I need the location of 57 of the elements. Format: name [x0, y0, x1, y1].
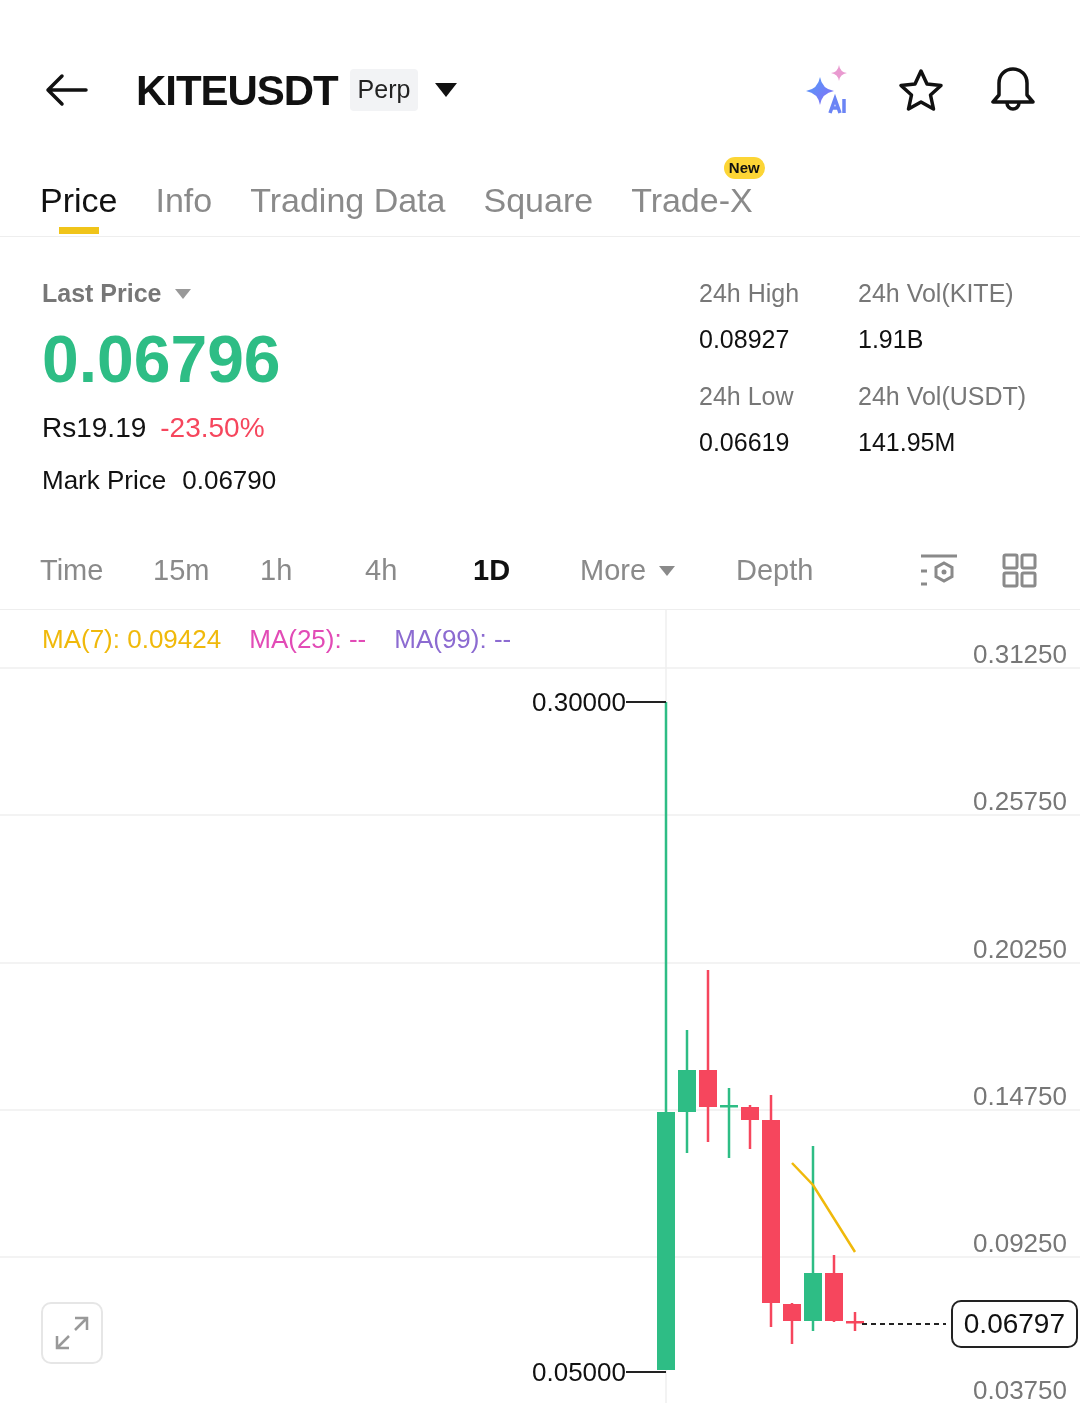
- fiat-price: Rs19.19: [42, 410, 147, 445]
- moving-average-legend: MA(7): 0.09424: [42, 620, 222, 659]
- new-badge: New: [723, 157, 765, 179]
- candlestick: [846, 1312, 864, 1331]
- candlestick: [741, 1105, 759, 1149]
- star-icon[interactable]: [898, 68, 944, 112]
- candlestick: [825, 1255, 843, 1322]
- interval-tab[interactable]: Depth: [736, 548, 814, 593]
- contract-type-badge: Perp: [349, 69, 419, 111]
- bell-icon[interactable]: [990, 66, 1036, 114]
- caret-down-icon[interactable]: [434, 82, 459, 98]
- interval-tab[interactable]: Time: [40, 548, 104, 593]
- last-price-value: 0.06796: [42, 320, 282, 398]
- high-price-label: 0.30000: [532, 688, 626, 715]
- interval-tab[interactable]: 1h: [260, 548, 293, 593]
- interval-tab[interactable]: More: [580, 548, 677, 593]
- stat-value: 1.91B: [858, 323, 925, 355]
- interval-tab[interactable]: 15m: [153, 548, 210, 593]
- last-price-tag: 0.06797: [950, 1299, 1078, 1348]
- low-price-label: 0.05000: [532, 1358, 626, 1385]
- chart-settings-icon[interactable]: [920, 552, 958, 589]
- moving-average-legend: MA(25): --: [249, 620, 367, 659]
- interval-tab[interactable]: 4h: [365, 548, 398, 593]
- tab[interactable]: Price: [40, 183, 118, 227]
- low-marker-line: [626, 1370, 666, 1373]
- grid-layout-icon[interactable]: [1002, 552, 1038, 589]
- y-axis-label: 0.03750: [973, 1377, 1067, 1403]
- tab[interactable]: Trade-X: [631, 183, 753, 227]
- stat-value: 141.95M: [858, 426, 957, 458]
- tab[interactable]: Info: [155, 183, 213, 227]
- stat-label: 24h Vol(KITE): [858, 278, 1015, 309]
- expand-icon: [53, 1314, 91, 1352]
- mark-price-label: Mark Price: [42, 463, 167, 497]
- caret-down-icon: [658, 564, 677, 577]
- high-marker-line: [626, 700, 666, 703]
- y-axis-label: 0.25750: [973, 788, 1067, 814]
- mark-price-value: 0.06790: [182, 463, 277, 497]
- tab[interactable]: Trading Data: [250, 183, 446, 227]
- stat-value: 0.06619: [699, 426, 791, 458]
- back-arrow-icon[interactable]: [44, 73, 88, 107]
- price-change: -23.50%: [160, 410, 265, 445]
- last-price-label: Last Price: [42, 278, 162, 309]
- y-axis-label: 0.09250: [973, 1230, 1067, 1256]
- stat-label: 24h Vol(USDT): [858, 381, 1028, 412]
- fullscreen-button[interactable]: [41, 1302, 103, 1364]
- symbol-title: KITEUSDT: [136, 65, 338, 116]
- y-axis-label: 0.20250: [973, 936, 1067, 962]
- stat-label: 24h High: [699, 278, 801, 309]
- interval-tab[interactable]: 1D: [473, 548, 511, 593]
- moving-average-legend: MA(99): --: [394, 620, 512, 659]
- candlestick: [720, 1088, 738, 1158]
- candlestick: [783, 1303, 801, 1344]
- stat-value: 0.08927: [699, 323, 791, 355]
- y-axis-label: 0.31250: [973, 641, 1067, 667]
- y-axis-label: 0.14750: [973, 1083, 1067, 1109]
- tab[interactable]: Square: [483, 183, 594, 227]
- stat-label: 24h Low: [699, 381, 795, 412]
